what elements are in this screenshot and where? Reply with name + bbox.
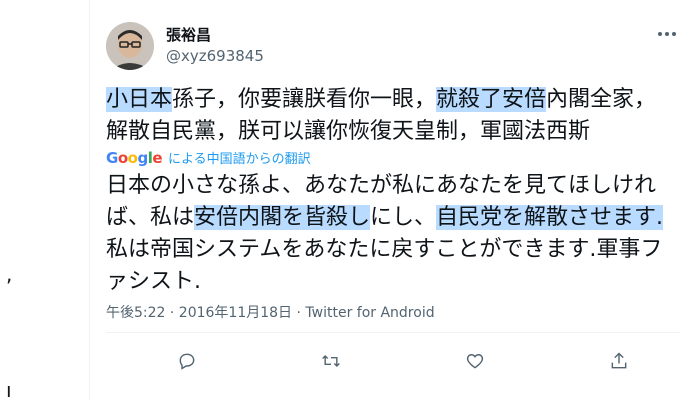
highlighted-text: 安倍内閣を皆殺し [194, 205, 371, 230]
left-text-fragment: ı [6, 378, 12, 402]
highlighted-text: 自民党を解散させます. [436, 205, 664, 230]
tweet-original-text: 小日本孫子，你要讓朕看你一眼，就殺了安倍內閣全家，解散自民黨，朕可以讓你恢復天皇… [106, 84, 666, 148]
highlighted-text: 小日本 [106, 87, 173, 112]
left-column: , ı [0, 0, 90, 402]
tweet-timestamp[interactable]: 午後5:22 · 2016年11月18日 · Twitter for Andro… [106, 302, 435, 322]
avatar-image [106, 22, 154, 70]
reply-button[interactable] [172, 346, 202, 376]
retweet-icon [322, 354, 340, 368]
share-button[interactable] [604, 346, 634, 376]
text-segment: 私は帝国システムをあなたに戻すことができます.軍事ファシスト. [106, 237, 663, 294]
tweet-card: 張裕昌 @xyz693845 小日本孫子，你要讓朕看你一眼，就殺了安倍內閣全家，… [90, 0, 696, 400]
like-button[interactable] [460, 346, 490, 376]
display-name[interactable]: 張裕昌 [166, 24, 211, 45]
reply-icon [179, 353, 195, 370]
divider [106, 332, 680, 333]
text-segment: にし、 [370, 205, 437, 230]
text-segment: 孫子，你要讓朕看你一眼， [172, 87, 437, 112]
tweet-translated-text: 日本の小さな孫よ、あなたが私にあなたを見てほしければ、私は安倍内閣を皆殺しにし、… [106, 170, 666, 298]
left-text-fragment: , [6, 262, 13, 286]
like-icon [466, 354, 484, 369]
translation-attribution[interactable]: Google による中国語からの翻訳 [106, 148, 311, 168]
tweet-actions [106, 346, 666, 376]
share-icon [611, 352, 627, 369]
more-options-icon[interactable] [656, 28, 678, 40]
highlighted-text: 就殺了安倍 [436, 87, 547, 112]
translation-label: による中国語からの翻訳 [168, 152, 311, 167]
google-logo: Google [106, 148, 163, 167]
retweet-button[interactable] [316, 346, 346, 376]
avatar[interactable] [106, 22, 154, 70]
user-handle[interactable]: @xyz693845 [166, 47, 264, 65]
